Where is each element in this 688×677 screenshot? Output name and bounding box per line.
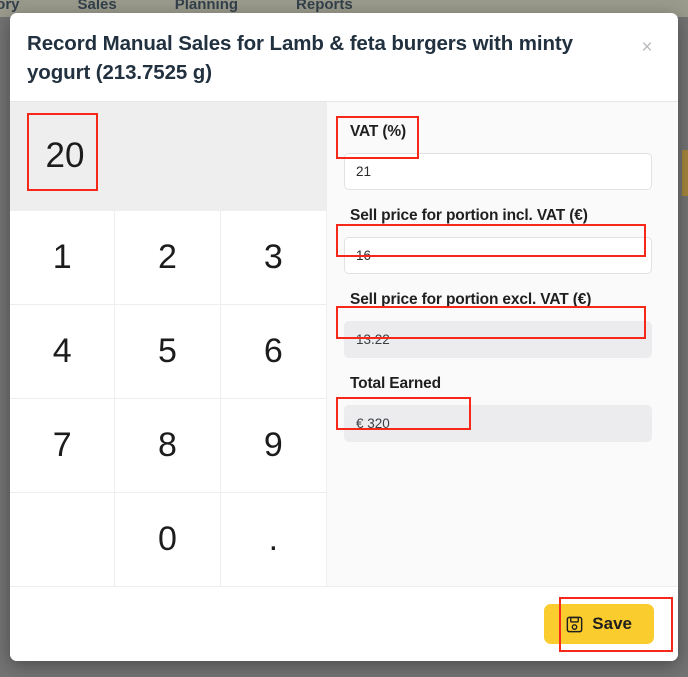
close-icon[interactable]: × (636, 37, 658, 59)
label-vat-percent: VAT (%) (350, 123, 407, 141)
numpad-key-8[interactable]: 8 (115, 398, 221, 493)
numpad-key-2[interactable]: 2 (115, 210, 221, 305)
modal-title-weight: (213.7525 g) (95, 61, 212, 85)
modal-title: Record Manual Sales for Lamb & feta burg… (27, 29, 626, 87)
fields-panel: VAT (%) Sell price for portion incl. VAT… (327, 102, 678, 586)
modal-body: 20 1 2 3 4 5 6 7 8 9 0 . VAT (%) 21 Sell… (10, 102, 678, 586)
record-manual-sales-modal: Record Manual Sales for Lamb & feta burg… (10, 13, 678, 661)
numpad-display-row: 20 (10, 102, 326, 211)
background-accent-line (682, 150, 688, 196)
save-disk-icon (566, 616, 583, 633)
input-vat-percent[interactable] (344, 153, 652, 191)
numpad-key-7[interactable]: 7 (10, 398, 116, 493)
field-group-sell-price-excl-vat: Sell price for portion excl. VAT (€) (344, 286, 652, 359)
background-nav-item-inventory[interactable]: ntory (0, 0, 20, 13)
numpad-key-blank (10, 492, 116, 586)
numpad-key-4[interactable]: 4 (10, 304, 116, 399)
field-group-vat-percent: VAT (%) (344, 118, 652, 191)
background-nav-item-planning[interactable]: Planning (175, 0, 238, 13)
label-total-earned: Total Earned (350, 375, 441, 393)
field-group-total-earned: Total Earned (344, 370, 652, 443)
numpad-key-5[interactable]: 5 (115, 304, 221, 399)
numpad-grid: 1 2 3 4 5 6 7 8 9 0 . (10, 210, 326, 586)
numpad-key-3[interactable]: 3 (220, 210, 326, 305)
input-total-earned (344, 405, 652, 443)
numpad-key-6[interactable]: 6 (220, 304, 326, 399)
label-sell-price-excl-vat: Sell price for portion excl. VAT (€) (350, 291, 592, 309)
modal-header: Record Manual Sales for Lamb & feta burg… (10, 13, 678, 103)
numpad-key-decimal[interactable]: . (220, 492, 326, 586)
background-nav-item-sales[interactable]: Sales (78, 0, 117, 13)
save-button-wrap: Save (544, 604, 654, 644)
numpad-display-value[interactable]: 20 (27, 116, 103, 196)
background-nav-item-reports[interactable]: Reports (296, 0, 353, 13)
numpad: 20 1 2 3 4 5 6 7 8 9 0 . (10, 102, 327, 586)
input-sell-price-excl-vat (344, 321, 652, 359)
numpad-key-9[interactable]: 9 (220, 398, 326, 493)
input-sell-price-incl-vat[interactable] (344, 237, 652, 275)
numpad-key-1[interactable]: 1 (10, 210, 116, 305)
field-group-sell-price-incl-vat: Sell price for portion incl. VAT (€) (344, 202, 652, 275)
modal-footer: Save (10, 586, 678, 661)
numpad-key-0[interactable]: 0 (115, 492, 221, 586)
save-button-label: Save (592, 614, 632, 633)
label-sell-price-incl-vat: Sell price for portion incl. VAT (€) (350, 207, 588, 225)
save-button[interactable]: Save (544, 604, 654, 644)
background-nav-items: ntory Sales Planning Reports (0, 0, 353, 13)
